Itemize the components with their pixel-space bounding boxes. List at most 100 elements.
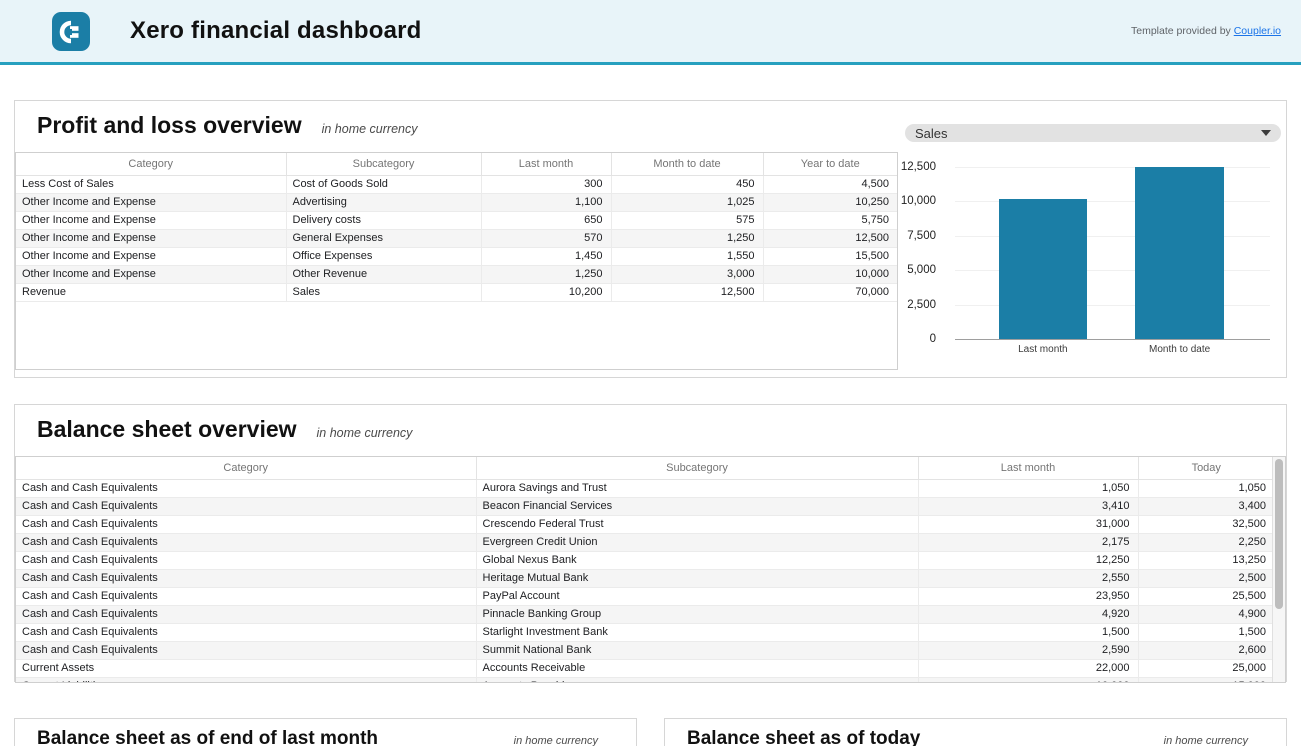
coupler-link[interactable]: Coupler.io	[1234, 25, 1281, 37]
table-cell: 3,410	[918, 497, 1138, 515]
table-cell: 1,500	[1138, 623, 1272, 641]
balance-table-area: CategorySubcategoryLast monthTodayCash a…	[16, 457, 1272, 682]
y-tick-label: 0	[876, 333, 936, 345]
balance-scrollbar-thumb[interactable]	[1275, 459, 1283, 609]
table-cell: 1,050	[918, 479, 1138, 497]
chevron-down-icon	[1261, 130, 1271, 136]
table-cell: 22,000	[918, 659, 1138, 677]
table-cell: 3,400	[1138, 497, 1272, 515]
template-credit-text: Template provided by	[1131, 25, 1234, 37]
table-cell: Cash and Cash Equivalents	[16, 515, 476, 533]
column-header: Subcategory	[286, 153, 481, 175]
table-row: Cash and Cash EquivalentsEvergreen Credi…	[16, 533, 1272, 551]
balance-card: Balance sheet overview in home currency …	[14, 404, 1287, 682]
table-cell: Cash and Cash Equivalents	[16, 641, 476, 659]
balance-scrollbar[interactable]	[1272, 457, 1285, 682]
table-cell: Summit National Bank	[476, 641, 918, 659]
table-cell: 13,250	[1138, 551, 1272, 569]
page-title: Xero financial dashboard	[130, 17, 422, 45]
table-cell: Other Income and Expense	[16, 265, 286, 283]
pnl-card: Profit and loss overview in home currenc…	[14, 100, 1287, 378]
balance-today-card: Balance sheet as of today in home curren…	[664, 718, 1287, 746]
table-cell: 15,500	[763, 247, 897, 265]
column-header: Last month	[918, 457, 1138, 479]
table-cell: Current Liabilities	[16, 677, 476, 682]
table-header-row: CategorySubcategoryLast monthToday	[16, 457, 1272, 479]
column-header: Today	[1138, 457, 1272, 479]
template-credit: Template provided by Coupler.io	[1131, 25, 1281, 37]
pnl-table: CategorySubcategoryLast monthMonth to da…	[16, 153, 897, 302]
table-cell: Delivery costs	[286, 211, 481, 229]
table-cell: 1,450	[481, 247, 611, 265]
table-row: Cash and Cash EquivalentsGlobal Nexus Ba…	[16, 551, 1272, 569]
y-tick-label: 2,500	[876, 299, 936, 311]
table-cell: Beacon Financial Services	[476, 497, 918, 515]
metric-select-value: Sales	[915, 126, 1261, 141]
table-row: Cash and Cash EquivalentsBeacon Financia…	[16, 497, 1272, 515]
table-cell: Global Nexus Bank	[476, 551, 918, 569]
table-row: Other Income and ExpenseAdvertising1,100…	[16, 193, 897, 211]
table-row: Other Income and ExpenseOffice Expenses1…	[16, 247, 897, 265]
table-cell: 1,025	[611, 193, 763, 211]
dashboard-page: Xero financial dashboard Template provid…	[0, 0, 1301, 746]
table-cell: Sales	[286, 283, 481, 301]
table-cell: Cash and Cash Equivalents	[16, 533, 476, 551]
table-cell: 2,175	[918, 533, 1138, 551]
balance-title: Balance sheet overview	[37, 416, 297, 443]
x-axis-line	[955, 339, 1270, 340]
column-header: Subcategory	[476, 457, 918, 479]
x-axis-label: Month to date	[1120, 344, 1240, 355]
table-header-row: CategorySubcategoryLast monthMonth to da…	[16, 153, 897, 175]
table-cell: Cost of Goods Sold	[286, 175, 481, 193]
table-row: RevenueSales10,20012,50070,000	[16, 283, 897, 301]
table-row: Cash and Cash EquivalentsAurora Savings …	[16, 479, 1272, 497]
table-cell: Cash and Cash Equivalents	[16, 587, 476, 605]
table-cell: 1,250	[611, 229, 763, 247]
table-cell: Pinnacle Banking Group	[476, 605, 918, 623]
table-cell: Crescendo Federal Trust	[476, 515, 918, 533]
table-cell: 450	[611, 175, 763, 193]
table-cell: 1,100	[481, 193, 611, 211]
balance-subtitle: in home currency	[317, 426, 413, 440]
app-header: Xero financial dashboard Template provid…	[0, 0, 1301, 65]
table-cell: 12,250	[918, 551, 1138, 569]
table-cell: 570	[481, 229, 611, 247]
table-cell: 5,750	[763, 211, 897, 229]
table-cell: 32,500	[1138, 515, 1272, 533]
bar-month-to-date	[1135, 167, 1223, 339]
table-cell: Advertising	[286, 193, 481, 211]
sales-chart-zone: Sales 12,50010,0007,5005,0002,5000Last m…	[905, 124, 1281, 372]
table-cell: 25,500	[1138, 587, 1272, 605]
table-cell: 10,200	[481, 283, 611, 301]
table-cell: Less Cost of Sales	[16, 175, 286, 193]
table-cell: Other Income and Expense	[16, 211, 286, 229]
table-cell: 2,590	[918, 641, 1138, 659]
table-row: Current AssetsAccounts Receivable22,0002…	[16, 659, 1272, 677]
balance-last-month-subtitle: in home currency	[514, 735, 598, 746]
table-cell: 12,500	[611, 283, 763, 301]
table-cell: Starlight Investment Bank	[476, 623, 918, 641]
table-cell: Evergreen Credit Union	[476, 533, 918, 551]
table-cell: 15,000	[1138, 677, 1272, 682]
table-cell: Cash and Cash Equivalents	[16, 605, 476, 623]
table-cell: 2,250	[1138, 533, 1272, 551]
table-cell: 2,550	[918, 569, 1138, 587]
table-cell: Other Income and Expense	[16, 247, 286, 265]
bar-last-month	[999, 199, 1087, 339]
table-cell: Office Expenses	[286, 247, 481, 265]
table-row: Cash and Cash EquivalentsSummit National…	[16, 641, 1272, 659]
metric-select[interactable]: Sales	[905, 124, 1281, 142]
table-row: Current LiabilitiesAccounts Payable10,00…	[16, 677, 1272, 682]
table-cell: 23,950	[918, 587, 1138, 605]
table-cell: 650	[481, 211, 611, 229]
table-cell: 2,600	[1138, 641, 1272, 659]
table-row: Other Income and ExpenseDelivery costs65…	[16, 211, 897, 229]
table-row: Cash and Cash EquivalentsStarlight Inves…	[16, 623, 1272, 641]
table-cell: Cash and Cash Equivalents	[16, 479, 476, 497]
coupler-logo	[52, 12, 90, 51]
table-cell: Other Income and Expense	[16, 193, 286, 211]
table-cell: 1,550	[611, 247, 763, 265]
y-tick-label: 7,500	[876, 230, 936, 242]
column-header: Category	[16, 153, 286, 175]
table-cell: Current Assets	[16, 659, 476, 677]
